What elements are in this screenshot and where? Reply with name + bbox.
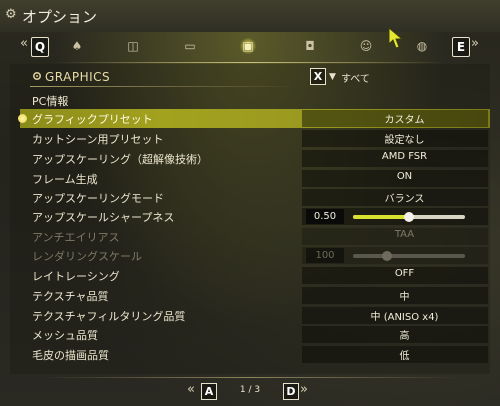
next-page-arrow-icon: » <box>300 382 308 397</box>
tab-display-icon[interactable]: ▭ <box>182 38 198 54</box>
setting-label: カットシーン用プリセット <box>32 133 164 146</box>
prev-page-arrow-icon: « <box>187 382 195 397</box>
setting-label: アップスケーリングモード <box>32 192 164 205</box>
setting-row-rendering-scale: レンダリングスケール 100 <box>20 246 490 265</box>
next-tab-key[interactable]: E <box>452 37 470 57</box>
next-page-key[interactable]: D <box>283 383 299 400</box>
setting-label: フレーム生成 <box>32 173 98 186</box>
setting-label: アップスケールシャープネス <box>32 211 175 224</box>
window-title: オプション <box>22 8 98 26</box>
setting-row-frame-generation[interactable]: フレーム生成 ON <box>20 169 490 188</box>
tab-graphics-image-icon[interactable]: ▣ <box>240 38 256 54</box>
setting-label: レイトレーシング <box>32 270 120 283</box>
tab-speaker-icon[interactable]: ◘ <box>302 38 318 54</box>
setting-value: TAA <box>394 229 415 240</box>
tab-accessibility-icon[interactable]: ☺ <box>358 38 374 54</box>
setting-value[interactable]: 低 <box>322 347 487 362</box>
setting-value[interactable]: カスタム <box>322 111 487 126</box>
graphics-section-icon <box>32 71 42 81</box>
filter-key[interactable]: X <box>310 68 326 85</box>
setting-value[interactable]: 設定なし <box>322 131 487 146</box>
setting-row-ray-tracing[interactable]: レイトレーシング OFF <box>20 266 490 285</box>
rendering-scale-slider <box>353 251 465 261</box>
sharpness-slider[interactable] <box>353 212 465 222</box>
slider-knob[interactable] <box>404 212 414 222</box>
prev-tab-key[interactable]: Q <box>31 37 49 57</box>
setting-row-upscale-sharpness[interactable]: アップスケールシャープネス 0.50 <box>20 207 490 226</box>
setting-label: アップスケーリング（超解像技術） <box>32 153 208 166</box>
setting-value[interactable]: 中 <box>322 288 487 303</box>
setting-row-texture-filtering[interactable]: テクスチャフィルタリング品質 中 (ANISO x4) <box>20 306 490 325</box>
setting-label: メッシュ品質 <box>32 329 98 342</box>
page-indicator: 1 / 3 <box>239 385 261 395</box>
tab-divider <box>55 62 445 63</box>
setting-row-texture-quality[interactable]: テクスチャ品質 中 <box>20 286 490 305</box>
setting-value[interactable]: OFF <box>322 268 487 279</box>
setting-row-anti-aliasing: アンチエイリアス TAA <box>20 227 490 246</box>
footer-divider <box>40 377 460 378</box>
filter-funnel-icon: ▼ <box>329 72 336 82</box>
setting-value[interactable]: 高 <box>322 327 487 342</box>
setting-row-mesh-quality[interactable]: メッシュ品質 高 <box>20 325 490 344</box>
setting-row-upscaling[interactable]: アップスケーリング（超解像技術） AMD FSR <box>20 149 490 168</box>
setting-row-fur-quality[interactable]: 毛皮の描画品質 低 <box>20 345 490 364</box>
slider-value: 0.50 <box>306 209 344 224</box>
setting-value[interactable]: AMD FSR <box>322 151 487 162</box>
setting-label: グラフィックプリセット <box>32 113 153 126</box>
next-tab-arrow-icon: » <box>471 36 479 51</box>
setting-label: アンチエイリアス <box>32 231 120 244</box>
slider-value: 100 <box>306 248 344 263</box>
setting-row-upscaling-mode[interactable]: アップスケーリングモード バランス <box>20 188 490 207</box>
filter-label[interactable]: すべて <box>341 70 370 85</box>
selection-bullet-icon <box>18 114 27 123</box>
prev-tab-arrow-icon: « <box>20 36 28 51</box>
tab-network-globe-icon[interactable]: ◍ <box>414 38 430 54</box>
pc-info-heading[interactable]: PC情報 <box>32 93 68 109</box>
section-divider <box>30 86 300 87</box>
tab-gamepad-icon[interactable]: ◫ <box>125 38 141 54</box>
setting-row-graphics-preset[interactable]: グラフィックプリセット カスタム <box>18 109 490 128</box>
slider-knob <box>381 251 392 261</box>
setting-value[interactable]: バランス <box>322 190 487 205</box>
setting-label: テクスチャ品質 <box>32 290 109 303</box>
section-title: GRAPHICS <box>45 70 111 84</box>
prev-page-key[interactable]: A <box>201 383 217 400</box>
settings-gear-icon: ⚙ <box>5 7 17 22</box>
setting-row-cutscene-preset[interactable]: カットシーン用プリセット 設定なし <box>20 129 490 148</box>
tab-character-icon[interactable]: ♠ <box>69 38 85 54</box>
setting-value[interactable]: ON <box>322 171 487 182</box>
setting-value[interactable]: 中 (ANISO x4) <box>322 308 487 323</box>
setting-label: 毛皮の描画品質 <box>32 349 109 362</box>
setting-label: テクスチャフィルタリング品質 <box>32 310 186 323</box>
setting-label: レンダリングスケール <box>32 250 142 263</box>
slider-fill <box>353 215 409 219</box>
